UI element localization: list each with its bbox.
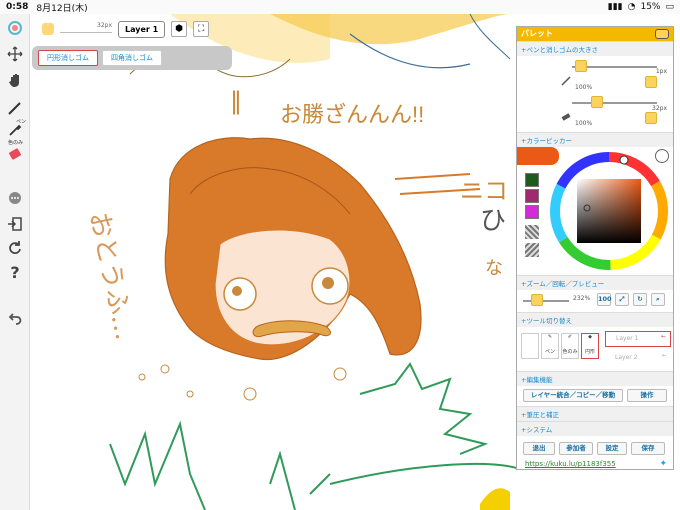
color-wheel[interactable] bbox=[547, 149, 671, 273]
merge-copy-move-button[interactable]: レイヤー統合／コピー／移動 bbox=[523, 389, 623, 402]
layer-1-label: Layer 1 bbox=[616, 335, 639, 342]
pen-size-knob[interactable] bbox=[575, 60, 587, 72]
exit-button[interactable]: 退出 bbox=[523, 442, 555, 455]
battery-percent: 15% bbox=[640, 2, 661, 12]
zoom-100-button[interactable]: 100 bbox=[597, 293, 612, 306]
zoom-value: 232% bbox=[573, 295, 591, 302]
eraser-size-slider[interactable] bbox=[572, 102, 657, 104]
canvas-text-title: お勝ざんんん!! bbox=[280, 102, 424, 127]
top-toolbar: 32px Layer 1 ⬢ ⛶ bbox=[32, 14, 210, 44]
battery-icon: ▭ bbox=[665, 2, 674, 12]
edit-section-title[interactable]: +編集機能 bbox=[517, 371, 673, 386]
circle-eraser-tool-label: 円形 bbox=[584, 349, 595, 355]
signal-icon: ▮▮▮ bbox=[607, 2, 623, 12]
help-icon[interactable]: ? bbox=[3, 260, 27, 284]
swatch-magenta[interactable] bbox=[525, 189, 539, 203]
zoom-knob[interactable] bbox=[531, 294, 543, 306]
brush-size-section: 1px 100% 32px 100% bbox=[517, 56, 673, 127]
selection-icon[interactable]: ⛶ bbox=[193, 21, 210, 37]
tool-switch-section: ✎ ペン ✐ 色のみ ◆ 円形 Layer 1 ← Layer 2 ← bbox=[517, 327, 673, 371]
wifi-icon: ◔ bbox=[627, 2, 636, 12]
swatch-grid2-icon[interactable] bbox=[525, 243, 539, 257]
brush-size-indicator[interactable]: 32px bbox=[60, 22, 112, 36]
canvas-text-side: おとうふ… bbox=[83, 209, 139, 342]
tool-section-title[interactable]: +ツール切り替え bbox=[517, 312, 673, 327]
brush-section-title[interactable]: +ペンと消しゴムの大きさ bbox=[517, 41, 673, 56]
layer-1-row[interactable]: Layer 1 ← bbox=[605, 331, 671, 347]
operate-button[interactable]: 操作 bbox=[627, 389, 667, 402]
status-icons: ▮▮▮ ◔ 15% ▭ bbox=[608, 2, 674, 12]
svg-text:ニコ: ニコ bbox=[460, 177, 508, 205]
swatch-grid-icon[interactable] bbox=[525, 225, 539, 239]
layer-2-row[interactable]: Layer 2 ← bbox=[605, 351, 671, 367]
move-icon[interactable] bbox=[3, 42, 27, 66]
zoom-section: 232% 100 ⤢ ↻ ⌕ bbox=[517, 290, 673, 312]
status-date: 8月12日(木) bbox=[36, 3, 88, 14]
status-time: 0:58 bbox=[6, 2, 29, 12]
pen-opacity-value: 100% bbox=[575, 84, 593, 91]
settings-button[interactable]: 設定 bbox=[597, 442, 627, 455]
pen-opacity-knob[interactable] bbox=[645, 76, 657, 88]
layer-2-label: Layer 2 bbox=[615, 354, 638, 361]
color-wheel-icon[interactable] bbox=[3, 16, 27, 40]
layer-button[interactable]: Layer 1 bbox=[118, 20, 166, 38]
undo-icon[interactable] bbox=[3, 306, 27, 330]
zoom-section-title[interactable]: +ズーム／回転／プレビュー bbox=[517, 275, 673, 290]
svg-text:な: な bbox=[485, 258, 503, 279]
system-section: 退出 参加者 設定 保存 https://kuku.lu/p1183f355 ✦ bbox=[517, 436, 673, 476]
pen-size-value: 1px bbox=[655, 68, 667, 75]
eraser-tool-icon[interactable] bbox=[3, 142, 27, 166]
pen-tool-label: ペン bbox=[544, 349, 555, 355]
swatch-violet[interactable] bbox=[525, 205, 539, 219]
eraser-small-icon bbox=[561, 113, 571, 121]
circle-eraser-option[interactable]: 円形消しゴム bbox=[38, 50, 98, 66]
color-only-tool-button[interactable]: ✐ 色のみ bbox=[561, 333, 579, 359]
current-color-chip[interactable] bbox=[42, 23, 54, 35]
color-picker-section bbox=[517, 147, 673, 275]
brush-size-value: 32px bbox=[97, 22, 112, 29]
hand-tool-icon[interactable] bbox=[521, 333, 539, 359]
rotate-icon[interactable]: ↻ bbox=[633, 293, 647, 306]
zoom-slider[interactable] bbox=[523, 300, 569, 302]
left-toolbar: ペン 色のみ ? bbox=[0, 14, 30, 510]
pressure-section-title[interactable]: +筆圧と補正 bbox=[517, 406, 673, 421]
system-section-title[interactable]: +システム bbox=[517, 421, 673, 436]
svg-text:‖: ‖ bbox=[230, 87, 242, 115]
svg-text:ひ: ひ bbox=[480, 206, 506, 236]
save-button[interactable]: 保存 bbox=[631, 442, 665, 455]
square-eraser-option[interactable]: 四角消しゴム bbox=[102, 50, 162, 66]
pen-tool-icon[interactable] bbox=[3, 96, 27, 120]
eraser-mode-popup: 円形消しゴム 四角消しゴム bbox=[32, 46, 232, 70]
eraser-opacity-value: 100% bbox=[575, 120, 593, 127]
color-section-title[interactable]: +カラーピッカー bbox=[517, 132, 673, 147]
edit-section: レイヤー統合／コピー／移動 操作 bbox=[517, 386, 673, 406]
fit-icon[interactable]: ⤢ bbox=[615, 293, 629, 306]
room-link[interactable]: https://kuku.lu/p1183f355 bbox=[525, 460, 616, 468]
palette-panel: パレット +ペンと消しゴムの大きさ 1px 100% 32px 100% +カラ… bbox=[516, 26, 674, 470]
palette-header: パレット bbox=[517, 27, 673, 41]
eraser-size-value: 32px bbox=[652, 105, 667, 112]
twitter-icon[interactable]: ✦ bbox=[659, 459, 667, 469]
refresh-icon[interactable] bbox=[3, 236, 27, 260]
palette-title: パレット bbox=[521, 29, 553, 38]
hand-icon[interactable] bbox=[3, 68, 27, 92]
pen-tool-button[interactable]: ✎ ペン bbox=[541, 333, 559, 359]
chat-icon[interactable] bbox=[3, 186, 27, 210]
color-only-tool-label: 色のみ bbox=[562, 349, 578, 355]
minimize-button[interactable] bbox=[655, 29, 669, 39]
circle-eraser-tool-button[interactable]: ◆ 円形 bbox=[581, 333, 599, 359]
pen-small-icon bbox=[561, 76, 571, 86]
swatch-dark-green[interactable] bbox=[525, 173, 539, 187]
eraser-opacity-knob[interactable] bbox=[645, 112, 657, 124]
exit-icon[interactable] bbox=[3, 212, 27, 236]
eraser-size-knob[interactable] bbox=[591, 96, 603, 108]
picker-mode-icon[interactable] bbox=[655, 149, 669, 163]
participants-button[interactable]: 参加者 bbox=[559, 442, 593, 455]
zoom-icon[interactable]: ⌕ bbox=[651, 293, 665, 306]
status-bar: 0:58 8月12日(木) ▮▮▮ ◔ 15% ▭ bbox=[0, 0, 680, 14]
eraser-mode-icon[interactable]: ⬢ bbox=[171, 21, 188, 37]
